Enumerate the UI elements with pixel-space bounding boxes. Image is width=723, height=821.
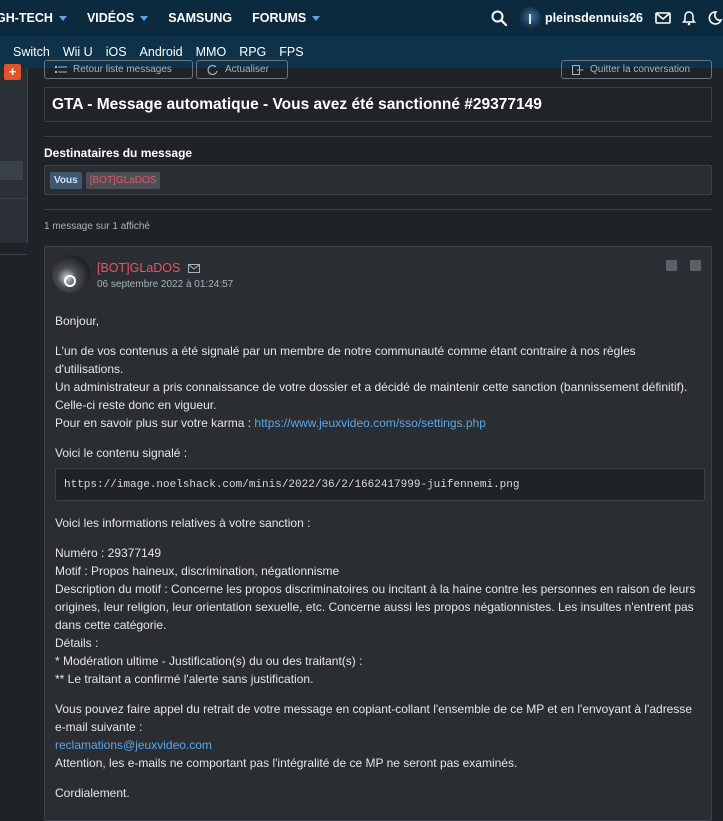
author-name[interactable]: [BOT]GLaDOS (97, 261, 180, 275)
report-line-1: L'un de vos contenus a été signalé par u… (55, 344, 636, 376)
sidebar-divider (0, 198, 27, 199)
back-to-list-label: Retour liste messages (73, 64, 172, 75)
nav-high-tech[interactable]: GH-TECH (0, 11, 67, 25)
paragraph-report: L'un de vos contenus a été signalé par u… (55, 342, 705, 432)
recipients-label: Destinataires du message (44, 146, 193, 160)
refresh-label: Actualiser (225, 64, 269, 75)
nav-samsung-label: SAMSUNG (168, 11, 233, 25)
detail-2: ** Le traitant a confirmé l'alerte sans … (55, 672, 314, 686)
user-avatar[interactable] (519, 7, 542, 29)
sanction-number: Numéro : 29377149 (55, 546, 162, 560)
refresh-icon (207, 64, 218, 75)
quote-icon[interactable] (666, 260, 677, 271)
quit-conversation-label: Quitter la conversation (590, 64, 691, 75)
header-tools: pleinsdennuis26 (491, 0, 723, 36)
recipient-tag-you[interactable]: Vous (50, 171, 82, 189)
subnav-item-mmo[interactable]: MMO (196, 45, 227, 59)
author-block: [BOT]GLaDOS (97, 261, 201, 275)
chevron-down-icon (312, 15, 321, 21)
refresh-button[interactable]: Actualiser (196, 60, 288, 79)
subnav-item-ios[interactable]: iOS (106, 45, 127, 59)
sidebar-divider (0, 254, 27, 255)
appeal-paragraph: Vous pouvez faire appel du retrait de vo… (55, 700, 705, 772)
divider (44, 209, 712, 210)
theme-toggle-icon[interactable] (707, 10, 723, 26)
subnav-item-fps[interactable]: FPS (279, 45, 303, 59)
greeting: Bonjour, (55, 314, 100, 328)
mail-icon[interactable] (655, 10, 671, 26)
nav-videos-label: VIDÉOS (86, 11, 135, 25)
sanction-motif: Motif : Propos haineux, discrimination, … (55, 564, 340, 578)
divider (44, 136, 712, 137)
detail-1: * Modération ultime - Justification(s) d… (55, 654, 363, 668)
nav-videos[interactable]: VIDÉOS (86, 11, 149, 25)
report-line-2: Un administrateur a pris connaissance de… (55, 380, 688, 412)
subnav-item-rpg[interactable]: RPG (239, 45, 266, 59)
message-count: 1 message sur 1 affiché (44, 221, 150, 232)
list-icon (55, 65, 67, 73)
exit-icon (572, 64, 584, 75)
plus-icon[interactable]: + (4, 64, 21, 80)
page-title: GTA - Message automatique - Vous avez ét… (52, 95, 542, 113)
top-navbar: GH-TECH VIDÉOS SAMSUNG FORUMS pleinsdenn… (0, 0, 723, 36)
bell-icon[interactable] (681, 10, 697, 26)
reported-label: Voici le contenu signalé : (55, 446, 188, 460)
conversation-title-box: GTA - Message automatique - Vous avez ét… (44, 87, 712, 122)
search-icon[interactable] (491, 10, 508, 26)
left-sidebar (0, 68, 28, 255)
karma-link[interactable]: https://www.jeuxvideo.com/sso/settings.p… (254, 416, 485, 430)
sidebar-selected-item[interactable] (0, 161, 23, 180)
code-block: https://image.noelshack.com/minis/2022/3… (55, 468, 705, 501)
email-link[interactable]: reclamations@jeuxvideo.com (55, 738, 212, 752)
subnav-item-wii-u[interactable]: Wii U (63, 45, 93, 59)
subnav-item-switch[interactable]: Switch (13, 45, 50, 59)
post-date: 06 septembre 2022 à 01:24:57 (97, 279, 234, 290)
appeal-text: Vous pouvez faire appel du retrait de vo… (55, 702, 693, 734)
warning-text: Attention, les e-mails ne comportant pas… (55, 756, 518, 770)
nav-forums-label: FORUMS (252, 11, 307, 25)
quit-conversation-button[interactable]: Quitter la conversation (561, 60, 712, 79)
author-avatar[interactable] (52, 255, 90, 293)
mail-icon[interactable] (188, 263, 201, 273)
message-post: [BOT]GLaDOS 06 septembre 2022 à 01:24:57… (44, 246, 712, 821)
recipients-box: Vous [BOT]GLaDOS (44, 165, 712, 195)
chevron-down-icon (58, 15, 67, 21)
back-to-list-button[interactable]: Retour liste messages (44, 60, 193, 79)
post-body: Bonjour, L'un de vos contenus a été sign… (55, 312, 705, 814)
username[interactable]: pleinsdennuis26 (545, 11, 643, 25)
reported-url: https://image.noelshack.com/minis/2022/3… (64, 478, 520, 491)
nav-samsung[interactable]: SAMSUNG (168, 11, 232, 25)
subnav-item-android[interactable]: Android (140, 45, 183, 59)
closing: Cordialement. (55, 786, 130, 800)
nav-forums[interactable]: FORUMS (252, 11, 321, 25)
report-icon[interactable] (690, 260, 701, 271)
sanction-details: Numéro : 29377149 Motif : Propos haineux… (55, 544, 705, 688)
main-nav: GH-TECH VIDÉOS SAMSUNG FORUMS (0, 0, 340, 36)
details-label: Détails : (55, 636, 99, 650)
sanction-label: Voici les informations relatives à votre… (55, 516, 311, 530)
nav-high-tech-label: GH-TECH (0, 11, 53, 25)
sanction-description: Description du motif : Concerne les prop… (55, 582, 696, 632)
chevron-down-icon (140, 15, 149, 21)
recipient-tag-bot[interactable]: [BOT]GLaDOS (85, 171, 161, 189)
karma-prefix: Pour en savoir plus sur votre karma : (55, 416, 255, 430)
